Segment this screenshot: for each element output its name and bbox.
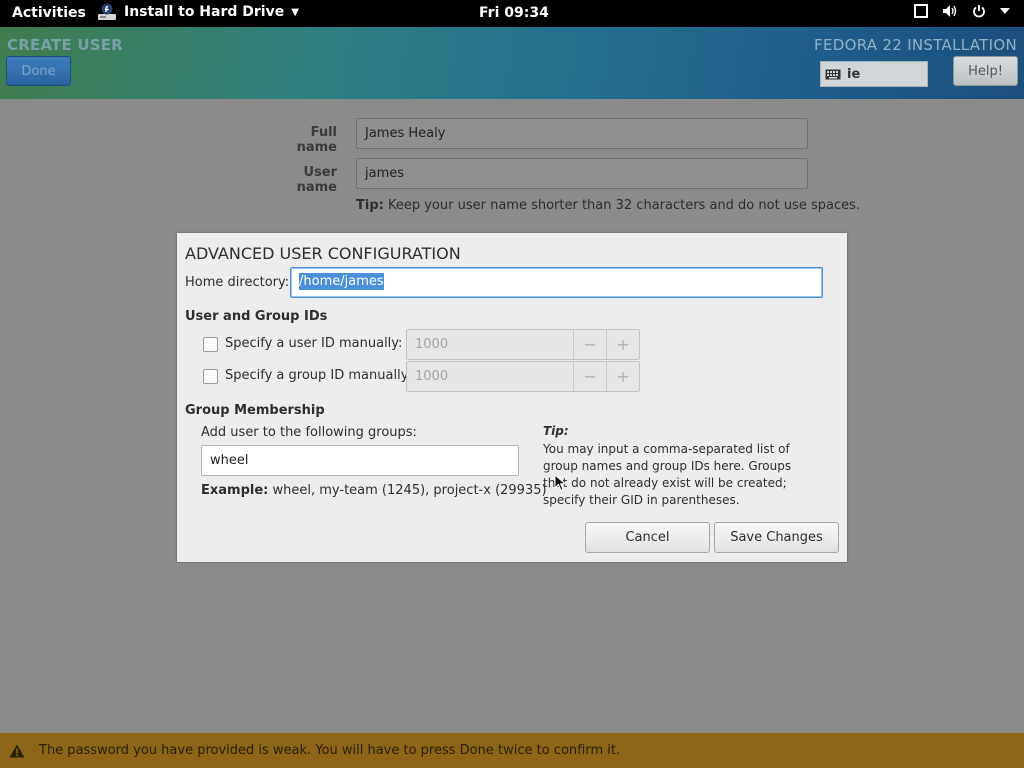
example-text: wheel, my-team (1245), project-x (29935) <box>272 483 547 498</box>
user-name-field[interactable]: james <box>356 158 808 189</box>
cancel-button[interactable]: Cancel <box>585 522 710 553</box>
home-directory-value: /home/james <box>299 273 384 290</box>
ids-section-title: User and Group IDs <box>185 309 328 324</box>
done-button[interactable]: Done <box>6 56 71 86</box>
warning-icon <box>9 744 25 757</box>
gid-label: Specify a group ID manually: <box>225 368 412 383</box>
uid-label: Specify a user ID manually: <box>225 336 403 351</box>
user-name-tip: Tip: Keep your user name shorter than 32… <box>356 198 860 213</box>
chevron-down-icon[interactable] <box>1000 7 1010 15</box>
dialog-title: ADVANCED USER CONFIGURATION <box>185 244 461 263</box>
keyboard-icon <box>825 69 841 79</box>
warning-bar[interactable]: The password you have provided is weak. … <box>0 733 1024 768</box>
home-directory-label: Home directory: <box>185 275 290 290</box>
groups-tip-body: You may input a comma-separated list of … <box>543 442 792 507</box>
installation-title: FEDORA 22 INSTALLATION <box>814 36 1017 54</box>
gid-value: 1000 <box>415 369 449 384</box>
power-icon[interactable] <box>972 4 986 18</box>
keyboard-layout-label: ie <box>847 66 861 82</box>
uid-increment-button[interactable]: + <box>606 330 639 359</box>
top-bar: Activities Install to Hard Drive ▼ Fri 0… <box>0 0 1024 27</box>
gid-spinner: 1000 − + <box>406 361 640 392</box>
user-name-label: User name <box>296 165 337 195</box>
full-name-label: Full name <box>296 125 337 155</box>
gid-decrement-button[interactable]: − <box>573 362 606 391</box>
fedora-installer-icon <box>98 3 116 20</box>
uid-value: 1000 <box>415 337 449 352</box>
group-membership-title: Group Membership <box>185 403 325 418</box>
warning-text: The password you have provided is weak. … <box>39 743 621 758</box>
tip-text: Keep your user name shorter than 32 char… <box>387 198 860 213</box>
example-label: Example: <box>201 483 269 498</box>
chevron-down-icon: ▼ <box>291 6 299 18</box>
groups-label: Add user to the following groups: <box>201 425 417 440</box>
advanced-user-config-dialog: ADVANCED USER CONFIGURATION Home directo… <box>177 233 847 562</box>
tip-label: Tip: <box>356 198 384 213</box>
groups-tip-heading: Tip: <box>543 424 569 438</box>
full-name-field[interactable]: James Healy <box>356 118 808 149</box>
mouse-cursor-icon <box>554 474 566 492</box>
clock[interactable]: Fri 09:34 <box>479 5 549 21</box>
system-tray[interactable] <box>914 4 1010 18</box>
help-button[interactable]: Help! <box>953 56 1018 86</box>
groups-example: Example: wheel, my-team (1245), project-… <box>201 483 547 498</box>
keyboard-layout-indicator[interactable]: ie <box>820 61 928 87</box>
gid-checkbox[interactable] <box>203 369 218 384</box>
activities-button[interactable]: Activities <box>12 5 86 21</box>
installer-header: CREATE USER Done FEDORA 22 INSTALLATION … <box>0 27 1024 99</box>
app-name: Install to Hard Drive <box>124 4 285 20</box>
window-icon[interactable] <box>914 4 928 18</box>
home-directory-input[interactable]: /home/james <box>290 267 823 298</box>
volume-icon[interactable] <box>942 4 958 18</box>
uid-decrement-button[interactable]: − <box>573 330 606 359</box>
app-menu[interactable]: Install to Hard Drive ▼ <box>97 3 299 21</box>
uid-checkbox[interactable] <box>203 337 218 352</box>
spoke-title: CREATE USER <box>7 36 123 54</box>
gid-increment-button[interactable]: + <box>606 362 639 391</box>
uid-spinner: 1000 − + <box>406 329 640 360</box>
groups-input[interactable]: wheel <box>201 445 519 476</box>
save-changes-button[interactable]: Save Changes <box>714 522 839 553</box>
